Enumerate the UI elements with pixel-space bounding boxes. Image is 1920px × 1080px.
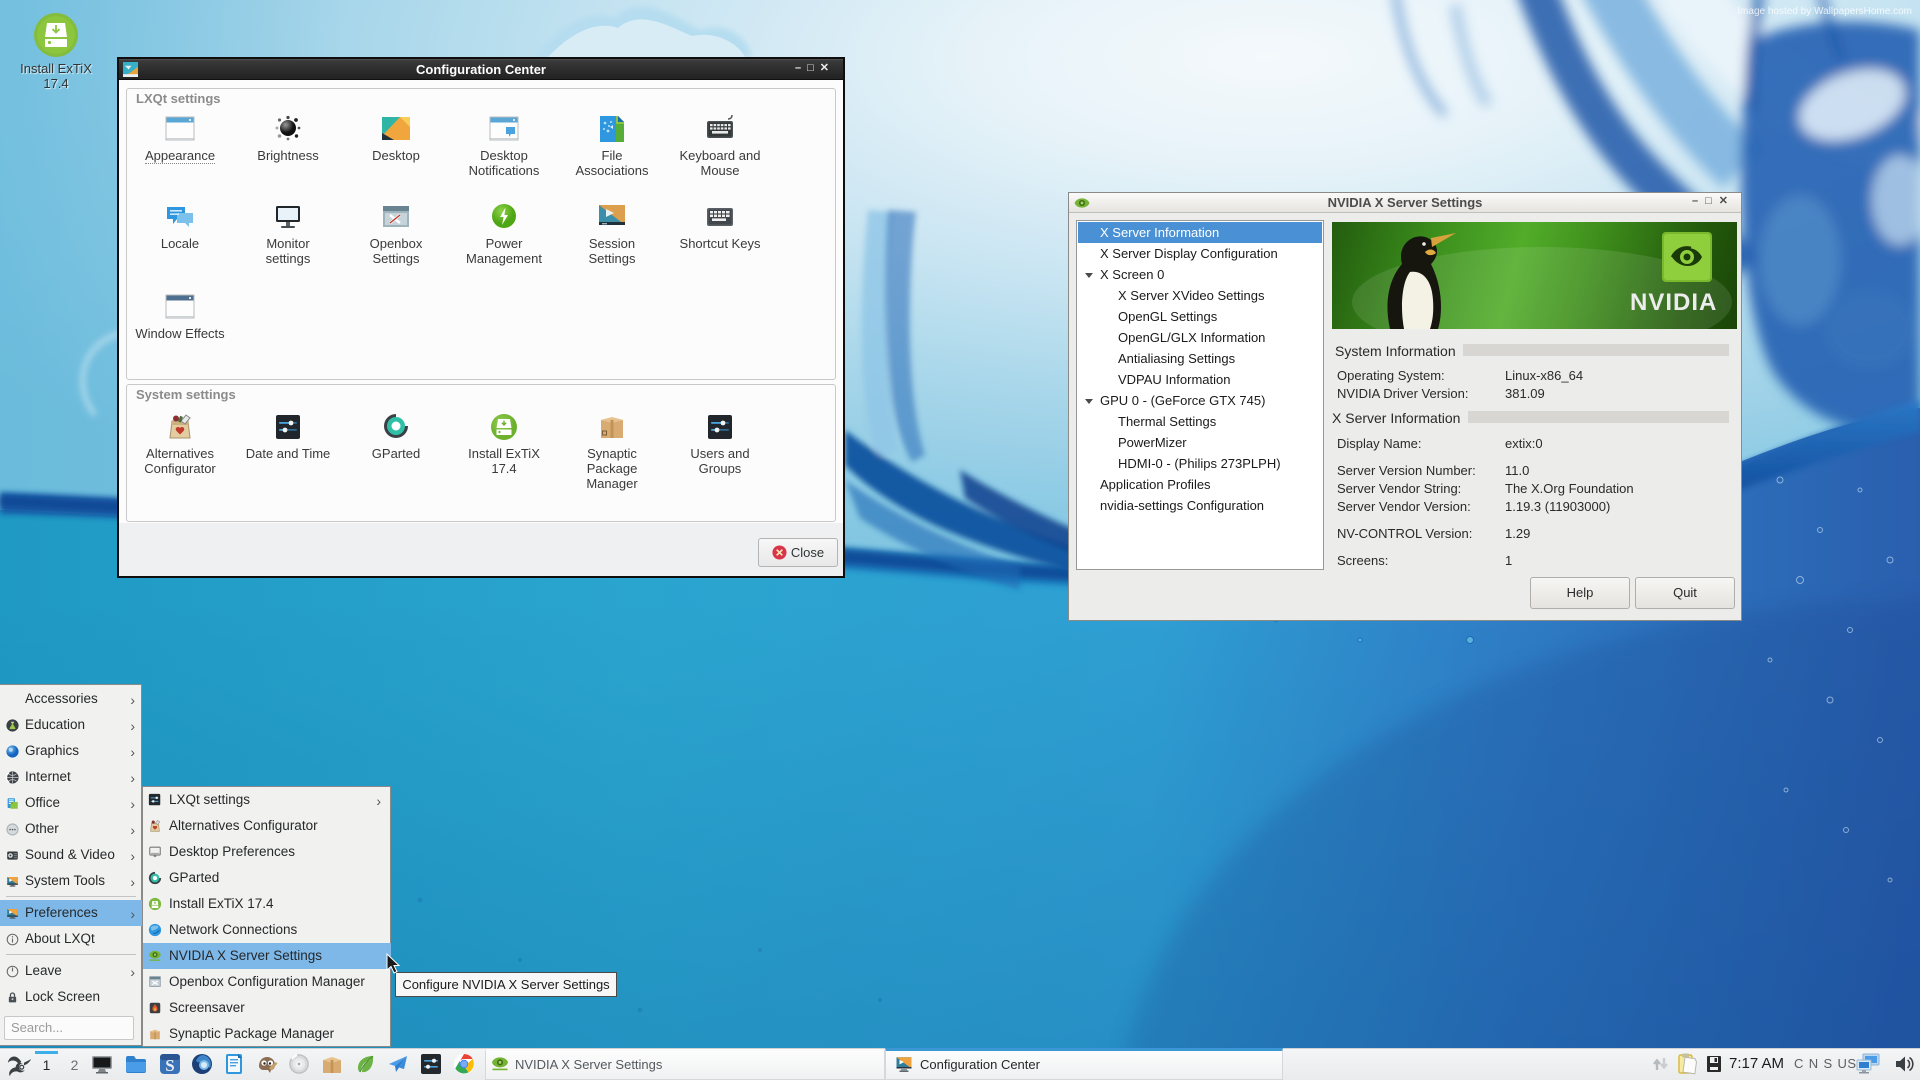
svg-text:Image hosted by WallpapersHome: Image hosted by WallpapersHome.com [1737,6,1912,17]
svg-text:NVIDIA: NVIDIA [1630,289,1717,316]
svg-text:S: S [165,1056,174,1075]
